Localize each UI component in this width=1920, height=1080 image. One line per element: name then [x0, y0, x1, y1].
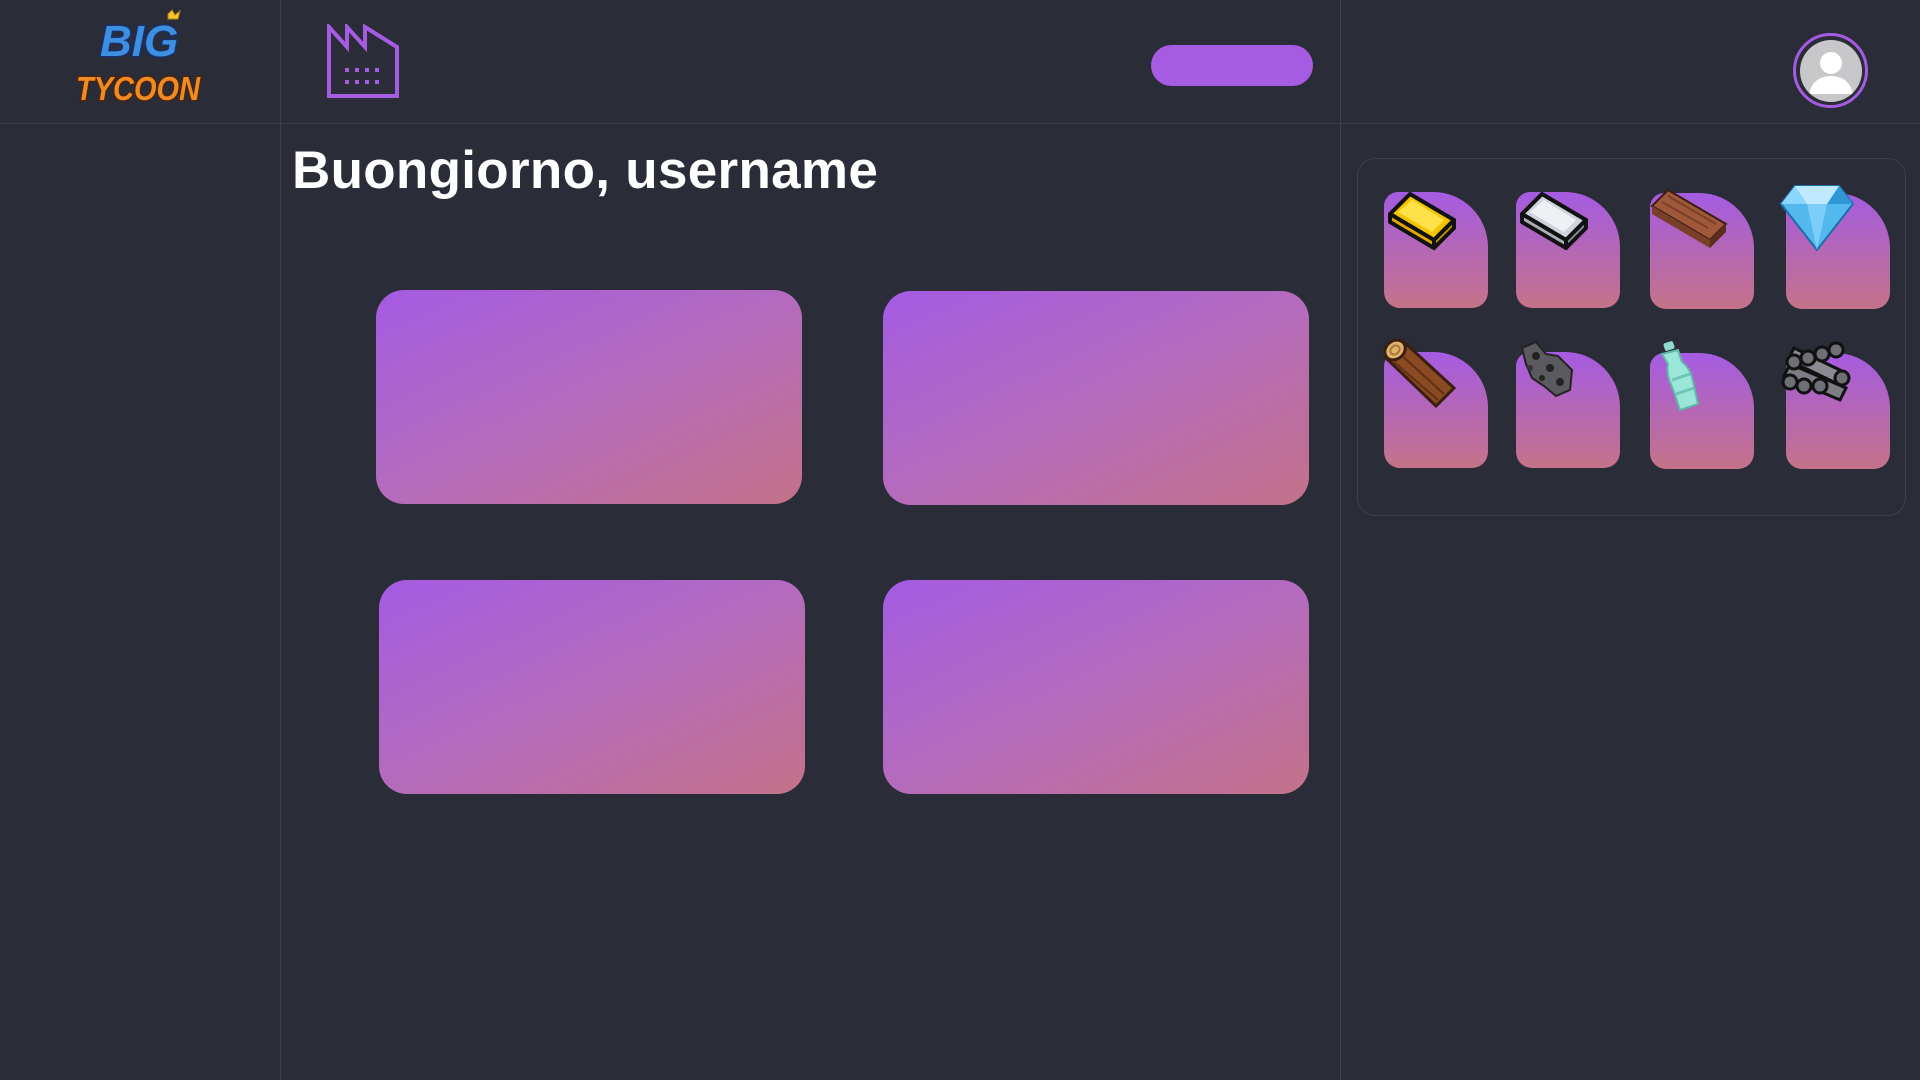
header-action-button[interactable] [1151, 45, 1313, 86]
dashboard-card[interactable] [883, 291, 1309, 505]
dashboard-card[interactable] [883, 580, 1309, 794]
logo-line1: BIG [100, 17, 178, 66]
silver-ingot-icon [1514, 180, 1594, 260]
dashboard-card[interactable] [376, 290, 802, 504]
diamond-icon [1777, 180, 1857, 260]
coal-ore-icon [1514, 338, 1594, 418]
page-title: Buongiorno, username [292, 141, 879, 200]
steel-pipes-icon [1780, 338, 1860, 418]
right-panel-divider [1340, 0, 1341, 1080]
wood-plank-icon [1648, 180, 1728, 260]
gold-ingot-icon [1382, 180, 1462, 260]
header-divider [0, 123, 1920, 124]
logo-line2: TYCOON [76, 70, 201, 107]
log-icon [1380, 338, 1460, 418]
sidebar-divider [280, 0, 281, 1080]
plastic-bottle-icon [1648, 340, 1728, 420]
big-tycoon-logo[interactable]: BIG TYCOON [68, 8, 208, 112]
user-avatar-icon[interactable] [1793, 33, 1868, 108]
factory-icon[interactable] [325, 21, 401, 100]
dashboard-card[interactable] [379, 580, 805, 794]
